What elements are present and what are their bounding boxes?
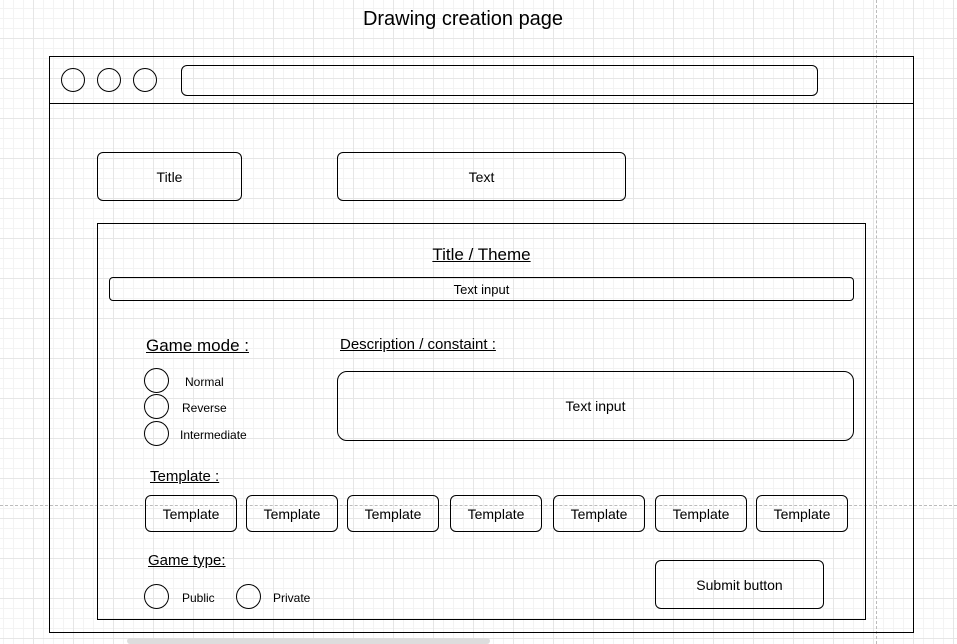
game-type-radio-private[interactable] [236, 584, 261, 609]
page-title: Drawing creation page [362, 8, 564, 30]
form-heading: Title / Theme [432, 245, 531, 264]
game-mode-option-label: Reverse [182, 401, 227, 415]
template-button[interactable]: Template [756, 495, 848, 532]
template-button[interactable]: Template [553, 495, 645, 532]
game-mode-radio-reverse[interactable] [144, 394, 169, 419]
game-mode-option-label: Normal [185, 375, 224, 389]
game-type-radio-public[interactable] [144, 584, 169, 609]
description-label: Description / constaint : [340, 336, 496, 353]
game-mode-label: Game mode : [146, 336, 249, 355]
game-mode-option-label: Intermediate [180, 428, 247, 442]
description-input[interactable]: Text input [337, 371, 854, 441]
window-control-icon[interactable] [61, 68, 85, 92]
game-mode-radio-normal[interactable] [144, 368, 169, 393]
template-button[interactable]: Template [655, 495, 747, 532]
game-type-option-label: Public [182, 591, 215, 605]
window-control-icon[interactable] [97, 68, 121, 92]
template-button[interactable]: Template [145, 495, 237, 532]
header-title: Title [97, 152, 242, 201]
window-control-icon[interactable] [133, 68, 157, 92]
template-button[interactable]: Template [347, 495, 439, 532]
game-mode-radio-intermediate[interactable] [144, 421, 169, 446]
template-label: Template : [150, 468, 220, 485]
header-text: Text [337, 152, 626, 201]
game-type-label: Game type: [148, 552, 226, 569]
horizontal-scrollbar[interactable] [127, 638, 490, 644]
submit-button[interactable]: Submit button [655, 560, 824, 609]
address-bar[interactable] [181, 65, 818, 96]
browser-toolbar-divider [49, 103, 914, 104]
template-button[interactable]: Template [246, 495, 338, 532]
template-button[interactable]: Template [450, 495, 542, 532]
title-input[interactable]: Text input [109, 277, 854, 301]
game-type-option-label: Private [273, 591, 311, 605]
